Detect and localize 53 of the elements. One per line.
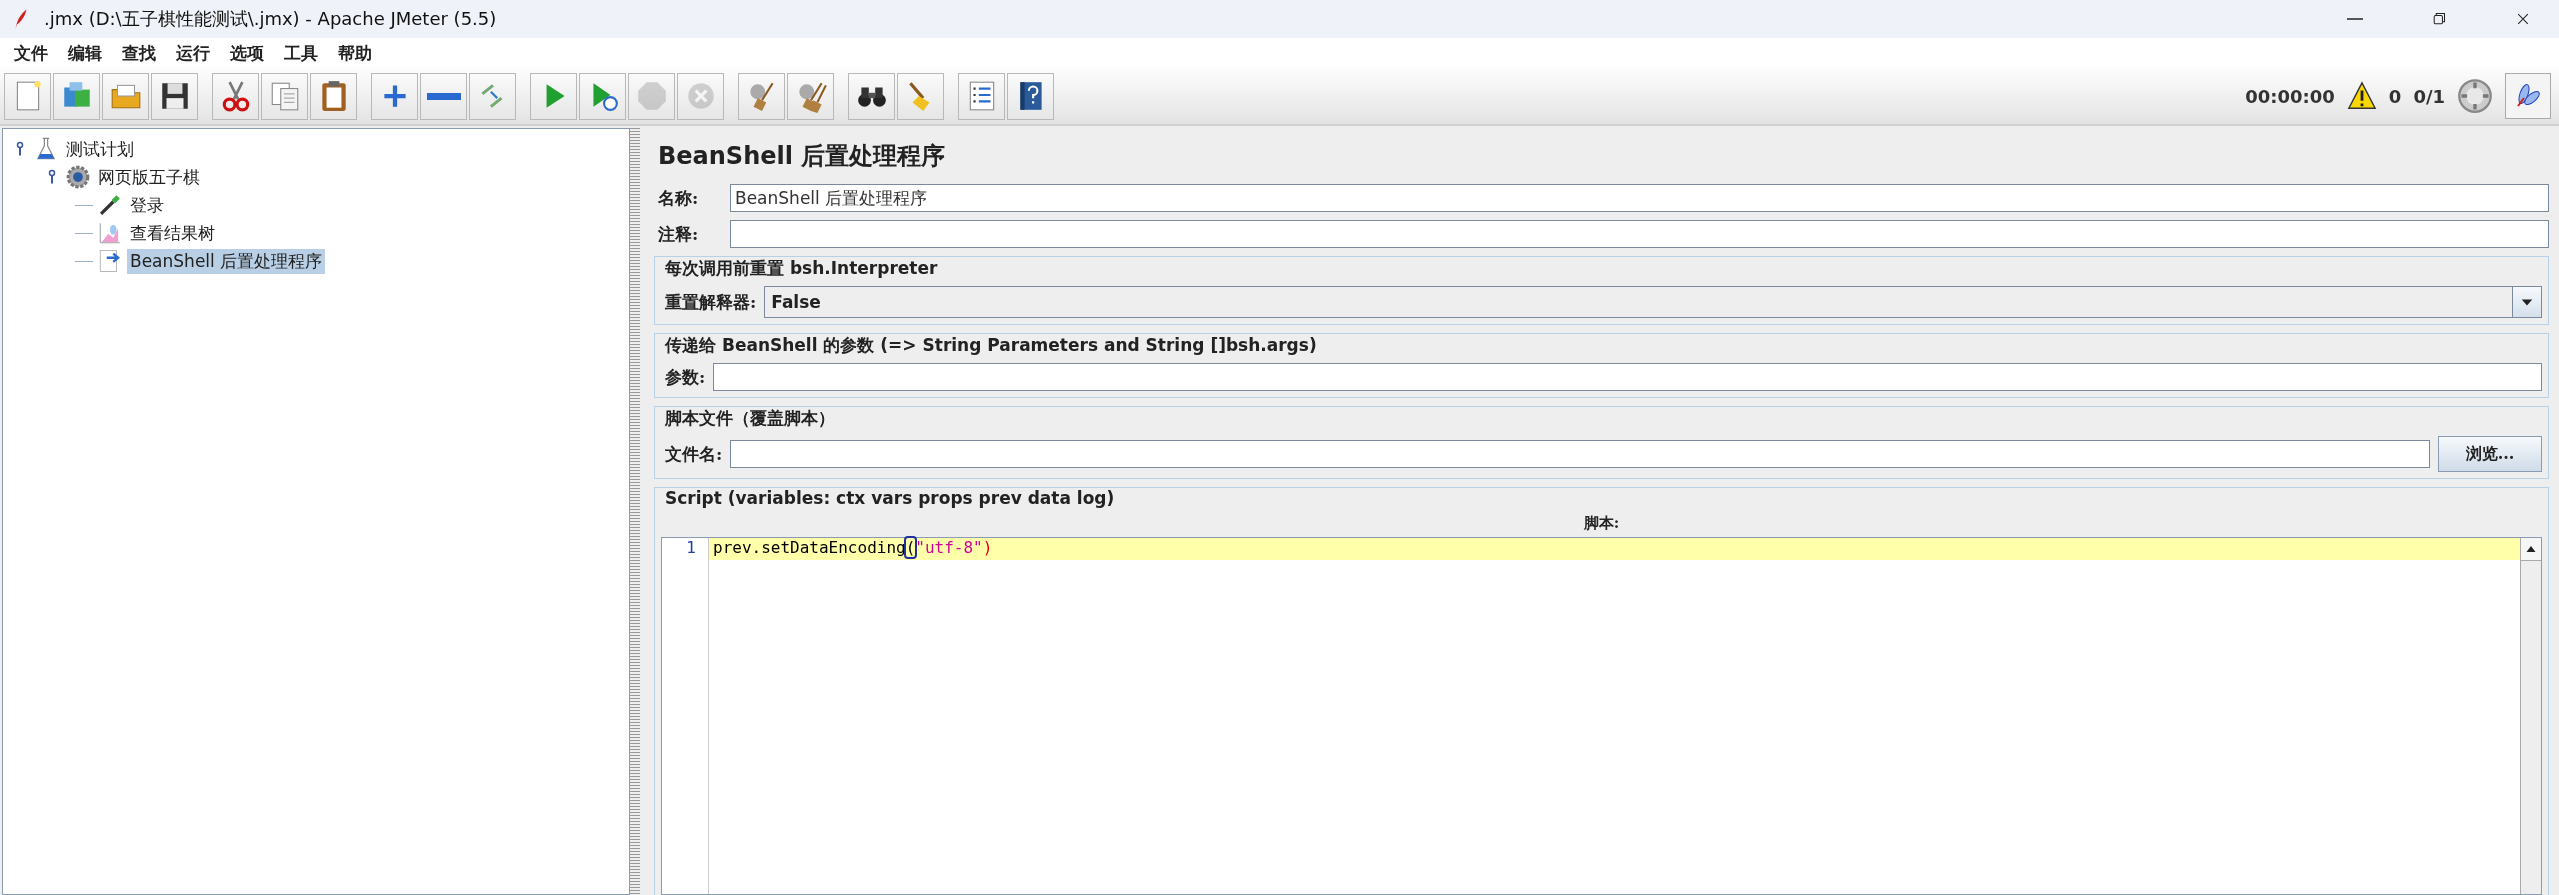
code-token: )	[982, 538, 993, 557]
chart-icon	[97, 220, 123, 246]
menu-item[interactable]: 查找	[114, 39, 164, 67]
code-token: prev.setDataEncoding	[713, 538, 906, 557]
tree-item[interactable]: 查看结果树	[127, 220, 218, 246]
status-indicator-icon	[2457, 78, 2493, 114]
field-label: 注释:	[657, 222, 700, 246]
browse-button[interactable]: 浏览...	[2438, 436, 2542, 472]
toolbar-button[interactable]	[151, 72, 198, 120]
text-field[interactable]	[730, 220, 2549, 248]
gear-icon	[65, 164, 91, 190]
line-number: 1	[685, 538, 697, 559]
section-title: 传递给 BeanShell 的参数 (=> String Parameters and String []bsh.args)	[664, 334, 1318, 357]
section-title: Script (variables: ctx vars props prev data log)	[664, 487, 1116, 510]
toolbar-button[interactable]	[848, 72, 895, 120]
tree-item[interactable]: 登录	[127, 192, 167, 218]
panel-title: BeanShell 后置处理程序	[658, 141, 947, 172]
log-button[interactable]	[2505, 73, 2551, 119]
toolbar-button[interactable]	[1007, 72, 1054, 120]
document-arrow-icon	[97, 248, 123, 274]
menu-item[interactable]: 选项	[222, 39, 272, 67]
field-label: 重置解释器:	[664, 290, 757, 314]
menu-item[interactable]: 运行	[168, 39, 218, 67]
tree-item[interactable]: 测试计划	[63, 136, 137, 162]
dropdown-value: False	[771, 292, 821, 312]
code-token: "utf-8"	[915, 538, 983, 557]
field-label: 参数:	[664, 365, 706, 389]
menu-item[interactable]: 工具	[276, 39, 326, 67]
thread-count: 0/1	[2413, 85, 2445, 107]
text-field[interactable]	[713, 363, 2542, 391]
menu-item[interactable]: 编辑	[60, 39, 110, 67]
warning-icon	[2346, 81, 2377, 111]
scrollbar[interactable]	[2520, 538, 2541, 894]
menu-item[interactable]: 文件	[6, 39, 56, 67]
pipette-icon	[97, 192, 123, 218]
section-title: 脚本文件（覆盖脚本）	[664, 407, 836, 430]
text-field[interactable]: BeanShell 后置处理程序	[730, 184, 2549, 212]
minus-icon	[426, 92, 461, 100]
section-title: 每次调用前重置 bsh.Interpreter	[664, 257, 939, 280]
elapsed-time: 00:00:00	[2245, 85, 2335, 107]
window-title: .jmx (D:\五子棋性能测试\.jmx) - Apache JMeter (5.5)	[44, 7, 498, 31]
field-label: 脚本:	[1583, 514, 1620, 533]
tree-item[interactable]: 网页版五子棋	[95, 164, 203, 190]
minimize-icon	[2344, 17, 2366, 21]
menu-item[interactable]: 帮助	[330, 39, 380, 67]
error-count: 0	[2388, 85, 2402, 107]
field-label: 文件名:	[664, 442, 723, 466]
code-token: (	[905, 538, 916, 557]
dropdown[interactable]: False	[764, 286, 2542, 318]
field-label: 名称:	[657, 186, 700, 210]
code-editor[interactable]: 1 prev.setDataEncoding("utf-8")	[661, 537, 2542, 895]
tree-item[interactable]: BeanShell 后置处理程序	[127, 248, 326, 274]
text-field[interactable]	[730, 440, 2430, 468]
